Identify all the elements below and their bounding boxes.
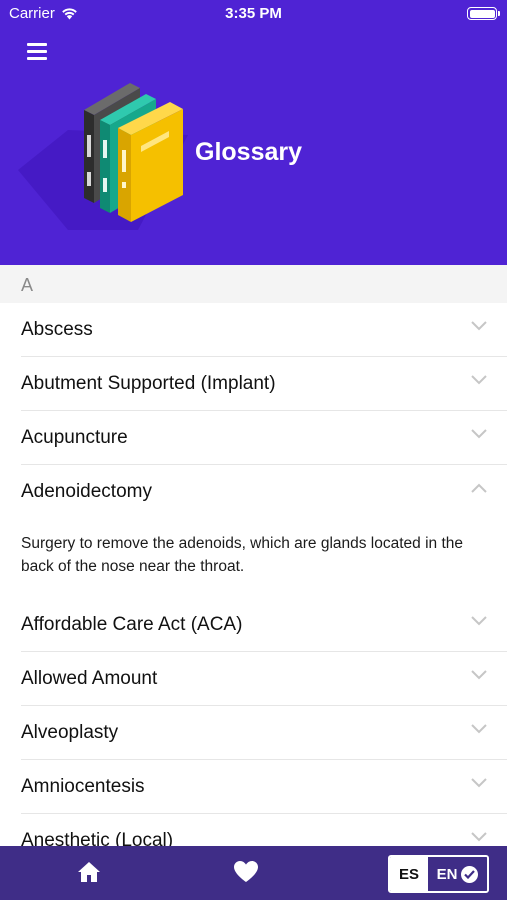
glossary-list: Abscess Abutment Supported (Implant) Acu… (0, 303, 507, 868)
language-toggle: ES EN (388, 855, 489, 893)
language-en-button[interactable]: EN (428, 857, 487, 891)
status-bar: Carrier 3:35 PM (0, 0, 507, 28)
books-illustration (18, 83, 188, 230)
language-es-button[interactable]: ES (390, 857, 428, 891)
glossary-term: Abutment Supported (Implant) (21, 373, 276, 394)
chevron-down-icon (471, 616, 487, 626)
status-time: 3:35 PM (225, 5, 282, 22)
glossary-definition: Surgery to remove the adenoids, which ar… (21, 535, 464, 575)
check-circle-icon (461, 865, 479, 883)
glossary-term: Adenoidectomy (21, 481, 152, 502)
chevron-down-icon (471, 375, 487, 385)
glossary-term: Abscess (21, 319, 93, 340)
glossary-item[interactable]: Allowed Amount (0, 652, 507, 706)
glossary-term: Alveoplasty (21, 722, 119, 743)
page-title: Glossary (195, 138, 303, 166)
chevron-up-icon (471, 483, 487, 493)
chevron-down-icon (471, 670, 487, 680)
glossary-item-expanded[interactable]: Adenoidectomy (0, 465, 507, 519)
glossary-term: Amniocentesis (21, 776, 145, 797)
section-header: A (0, 265, 507, 303)
chevron-down-icon (471, 724, 487, 734)
chevron-down-icon (471, 321, 487, 331)
chevron-down-icon (471, 778, 487, 788)
tab-bar: ES EN (0, 846, 507, 900)
home-icon[interactable] (77, 861, 101, 883)
glossary-term: Allowed Amount (21, 668, 158, 689)
chevron-down-icon (471, 832, 487, 842)
language-en-label: EN (436, 865, 458, 883)
hamburger-menu-icon[interactable] (27, 43, 47, 61)
glossary-item[interactable]: Alveoplasty (0, 706, 507, 760)
heart-icon[interactable] (233, 860, 259, 883)
glossary-term: Affordable Care Act (ACA) (21, 614, 243, 635)
glossary-item[interactable]: Affordable Care Act (ACA) (0, 598, 507, 652)
glossary-term: Acupuncture (21, 427, 128, 448)
glossary-header: Glossary (0, 28, 507, 265)
glossary-item[interactable]: Abscess (0, 303, 507, 357)
battery-icon (467, 7, 500, 20)
battery-fill (469, 9, 495, 18)
glossary-item[interactable]: Abutment Supported (Implant) (0, 357, 507, 411)
glossary-item[interactable]: Amniocentesis (0, 760, 507, 814)
chevron-down-icon (471, 429, 487, 439)
section-letter: A (21, 275, 34, 295)
glossary-item[interactable]: Acupuncture (0, 411, 507, 465)
